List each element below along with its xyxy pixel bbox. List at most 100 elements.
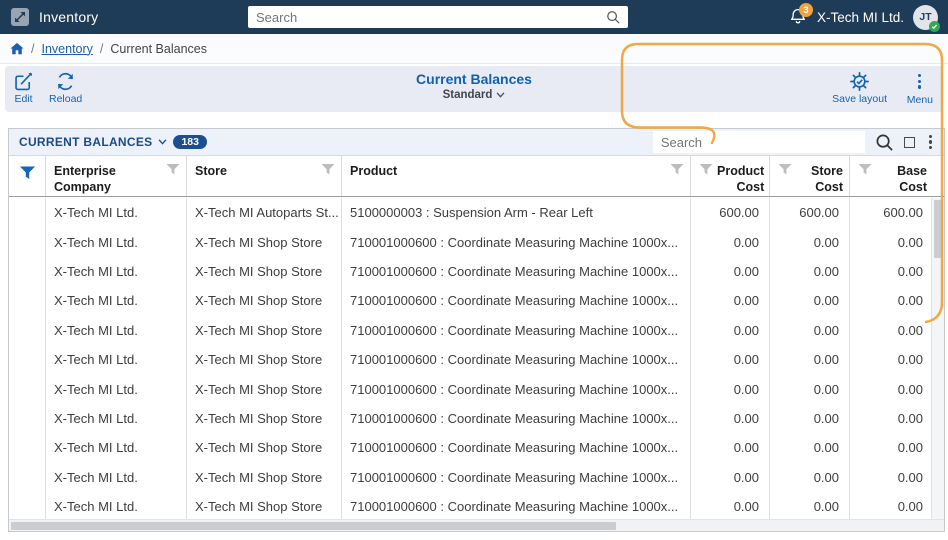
cell-product: 710001000600 : Coordinate Measuring Mach… — [342, 344, 691, 375]
home-icon[interactable] — [10, 42, 24, 55]
maximize-icon[interactable] — [903, 136, 915, 148]
record-count-badge: 183 — [173, 134, 207, 150]
cell-store-cost: 0.00 — [770, 227, 850, 257]
cell-product-cost: 0.00 — [691, 286, 770, 316]
table-row[interactable]: X-Tech MI Ltd. X-Tech MI Shop Store 7100… — [9, 403, 933, 434]
cell-enterprise-company: X-Tech MI Ltd. — [46, 256, 187, 287]
breadcrumb: / Inventory / Current Balances — [0, 34, 948, 64]
cell-product-cost: 0.00 — [691, 227, 770, 257]
avatar-initials: JT — [919, 11, 932, 23]
cell-base-cost: 0.00 — [897, 234, 923, 250]
column-header-product[interactable]: Product — [342, 156, 691, 196]
cell-enterprise-company: X-Tech MI Ltd. — [46, 403, 187, 434]
table-row[interactable]: X-Tech MI Ltd. X-Tech MI Shop Store 7100… — [9, 344, 933, 375]
toolbar-center: Current Balances Standard — [5, 71, 943, 101]
filter-funnel-icon[interactable] — [321, 164, 335, 175]
cell-store: X-Tech MI Shop Store — [187, 433, 342, 463]
table-row[interactable]: X-Tech MI Ltd. X-Tech MI Autoparts St...… — [9, 198, 933, 228]
grid-kebab-menu-icon[interactable] — [925, 133, 936, 152]
cell-enterprise-company: X-Tech MI Ltd. — [46, 315, 187, 345]
column-filter-button[interactable] — [9, 156, 46, 196]
cell-product-cost: 600.00 — [691, 198, 770, 228]
cell-product: 710001000600 : Coordinate Measuring Mach… — [342, 256, 691, 287]
row-filter-cell — [9, 256, 46, 287]
cell-store-cost: 0.00 — [770, 403, 850, 434]
vertical-scrollbar-thumb[interactable] — [934, 200, 943, 258]
breadcrumb-link-inventory[interactable]: Inventory — [41, 42, 92, 56]
filter-funnel-icon[interactable] — [778, 164, 792, 175]
cell-enterprise-company: X-Tech MI Ltd. — [46, 374, 187, 404]
cell-enterprise-company: X-Tech MI Ltd. — [46, 198, 187, 228]
table-row[interactable]: X-Tech MI Ltd. X-Tech MI Shop Store 7100… — [9, 491, 933, 521]
avatar[interactable]: JT — [913, 4, 940, 32]
table-row[interactable]: X-Tech MI Ltd. X-Tech MI Shop Store 7100… — [9, 256, 933, 287]
filter-funnel-icon[interactable] — [166, 164, 180, 175]
cell-store-cost: 0.00 — [770, 374, 850, 404]
cell-store: X-Tech MI Shop Store — [187, 462, 342, 492]
table-row[interactable]: X-Tech MI Ltd. X-Tech MI Shop Store 7100… — [9, 315, 933, 345]
vertical-scrollbar[interactable] — [931, 198, 944, 521]
cell-product-cost: 0.00 — [691, 491, 770, 521]
grid-search[interactable] — [652, 131, 865, 153]
column-header-store-cost[interactable]: Store Cost — [770, 156, 850, 196]
table-body: X-Tech MI Ltd. X-Tech MI Autoparts St...… — [9, 198, 933, 521]
grid-search-icon[interactable] — [875, 133, 894, 152]
grid-title-dropdown[interactable]: CURRENT BALANCES 183 — [9, 134, 207, 150]
kebab-menu-icon — [914, 71, 925, 91]
breadcrumb-separator: / — [99, 41, 104, 56]
column-header-enterprise-company[interactable]: Enterprise Company — [46, 156, 187, 196]
save-layout-button[interactable]: Save layout — [832, 71, 887, 105]
current-balances-grid: CURRENT BALANCES 183 Search Enterprise C… — [8, 128, 945, 532]
cell-product: 710001000600 : Coordinate Measuring Mach… — [342, 374, 691, 404]
cell-product-cost: 0.00 — [691, 374, 770, 404]
horizontal-scrollbar[interactable] — [9, 519, 944, 531]
company-name[interactable]: X-Tech MI Ltd. — [817, 10, 904, 25]
cell-store: X-Tech MI Shop Store — [187, 315, 342, 345]
table-column-headers: Enterprise Company Store Product Product… — [9, 156, 944, 197]
table-row[interactable]: X-Tech MI Ltd. X-Tech MI Shop Store 7100… — [9, 227, 933, 257]
table-row[interactable]: X-Tech MI Ltd. X-Tech MI Shop Store 7100… — [9, 286, 933, 316]
cell-enterprise-company: X-Tech MI Ltd. — [46, 433, 187, 463]
breadcrumb-separator: / — [31, 41, 35, 56]
cell-product: 710001000600 : Coordinate Measuring Mach… — [342, 286, 691, 316]
cell-base-cost: 0.00 — [897, 352, 923, 368]
cell-store-cost: 0.00 — [770, 462, 850, 492]
row-filter-cell — [9, 374, 46, 404]
column-header-product-cost[interactable]: Product Cost — [691, 156, 770, 196]
view-selector[interactable]: Standard — [443, 89, 506, 101]
notifications-button[interactable]: 3 — [788, 3, 813, 27]
filter-funnel-icon[interactable] — [699, 164, 713, 175]
cell-enterprise-company: X-Tech MI Ltd. — [46, 227, 187, 257]
grid-search-input[interactable] — [652, 134, 865, 150]
cell-store-cost: 0.00 — [770, 286, 850, 316]
cell-base-cost: 0.00 — [897, 322, 923, 338]
cell-product: 710001000600 : Coordinate Measuring Mach… — [342, 403, 691, 434]
table-row[interactable]: X-Tech MI Ltd. X-Tech MI Shop Store 7100… — [9, 374, 933, 404]
cell-store-cost: 0.00 — [770, 256, 850, 287]
app-logo-icon[interactable] — [11, 8, 29, 26]
horizontal-scrollbar-thumb[interactable] — [11, 522, 616, 530]
row-filter-cell — [9, 286, 46, 316]
filter-funnel-active-icon — [19, 166, 35, 179]
filter-funnel-icon[interactable] — [670, 164, 684, 175]
filter-funnel-icon[interactable] — [858, 164, 872, 175]
cell-store: X-Tech MI Shop Store — [187, 227, 342, 257]
notification-count-badge: 3 — [798, 3, 813, 17]
search-icon[interactable] — [606, 10, 621, 25]
global-search[interactable] — [248, 6, 628, 28]
global-search-input[interactable] — [248, 9, 606, 25]
cell-base-cost: 0.00 — [897, 499, 923, 515]
cell-enterprise-company: X-Tech MI Ltd. — [46, 344, 187, 375]
table-row[interactable]: X-Tech MI Ltd. X-Tech MI Shop Store 7100… — [9, 462, 933, 492]
cell-base-cost: 0.00 — [897, 381, 923, 397]
cell-base-cost: 0.00 — [897, 440, 923, 456]
menu-button[interactable]: Menu — [907, 71, 933, 106]
chevron-down-icon — [496, 92, 505, 98]
column-header-base-cost[interactable]: Base Cost — [850, 156, 933, 196]
menu-label: Menu — [906, 93, 933, 106]
app-window: Inventory 3 X-Tech MI Ltd. JT — [0, 0, 948, 540]
grid-header-actions — [652, 131, 944, 153]
table-row[interactable]: X-Tech MI Ltd. X-Tech MI Shop Store 7100… — [9, 433, 933, 463]
row-filter-cell — [9, 227, 46, 257]
column-header-store[interactable]: Store — [187, 156, 342, 196]
